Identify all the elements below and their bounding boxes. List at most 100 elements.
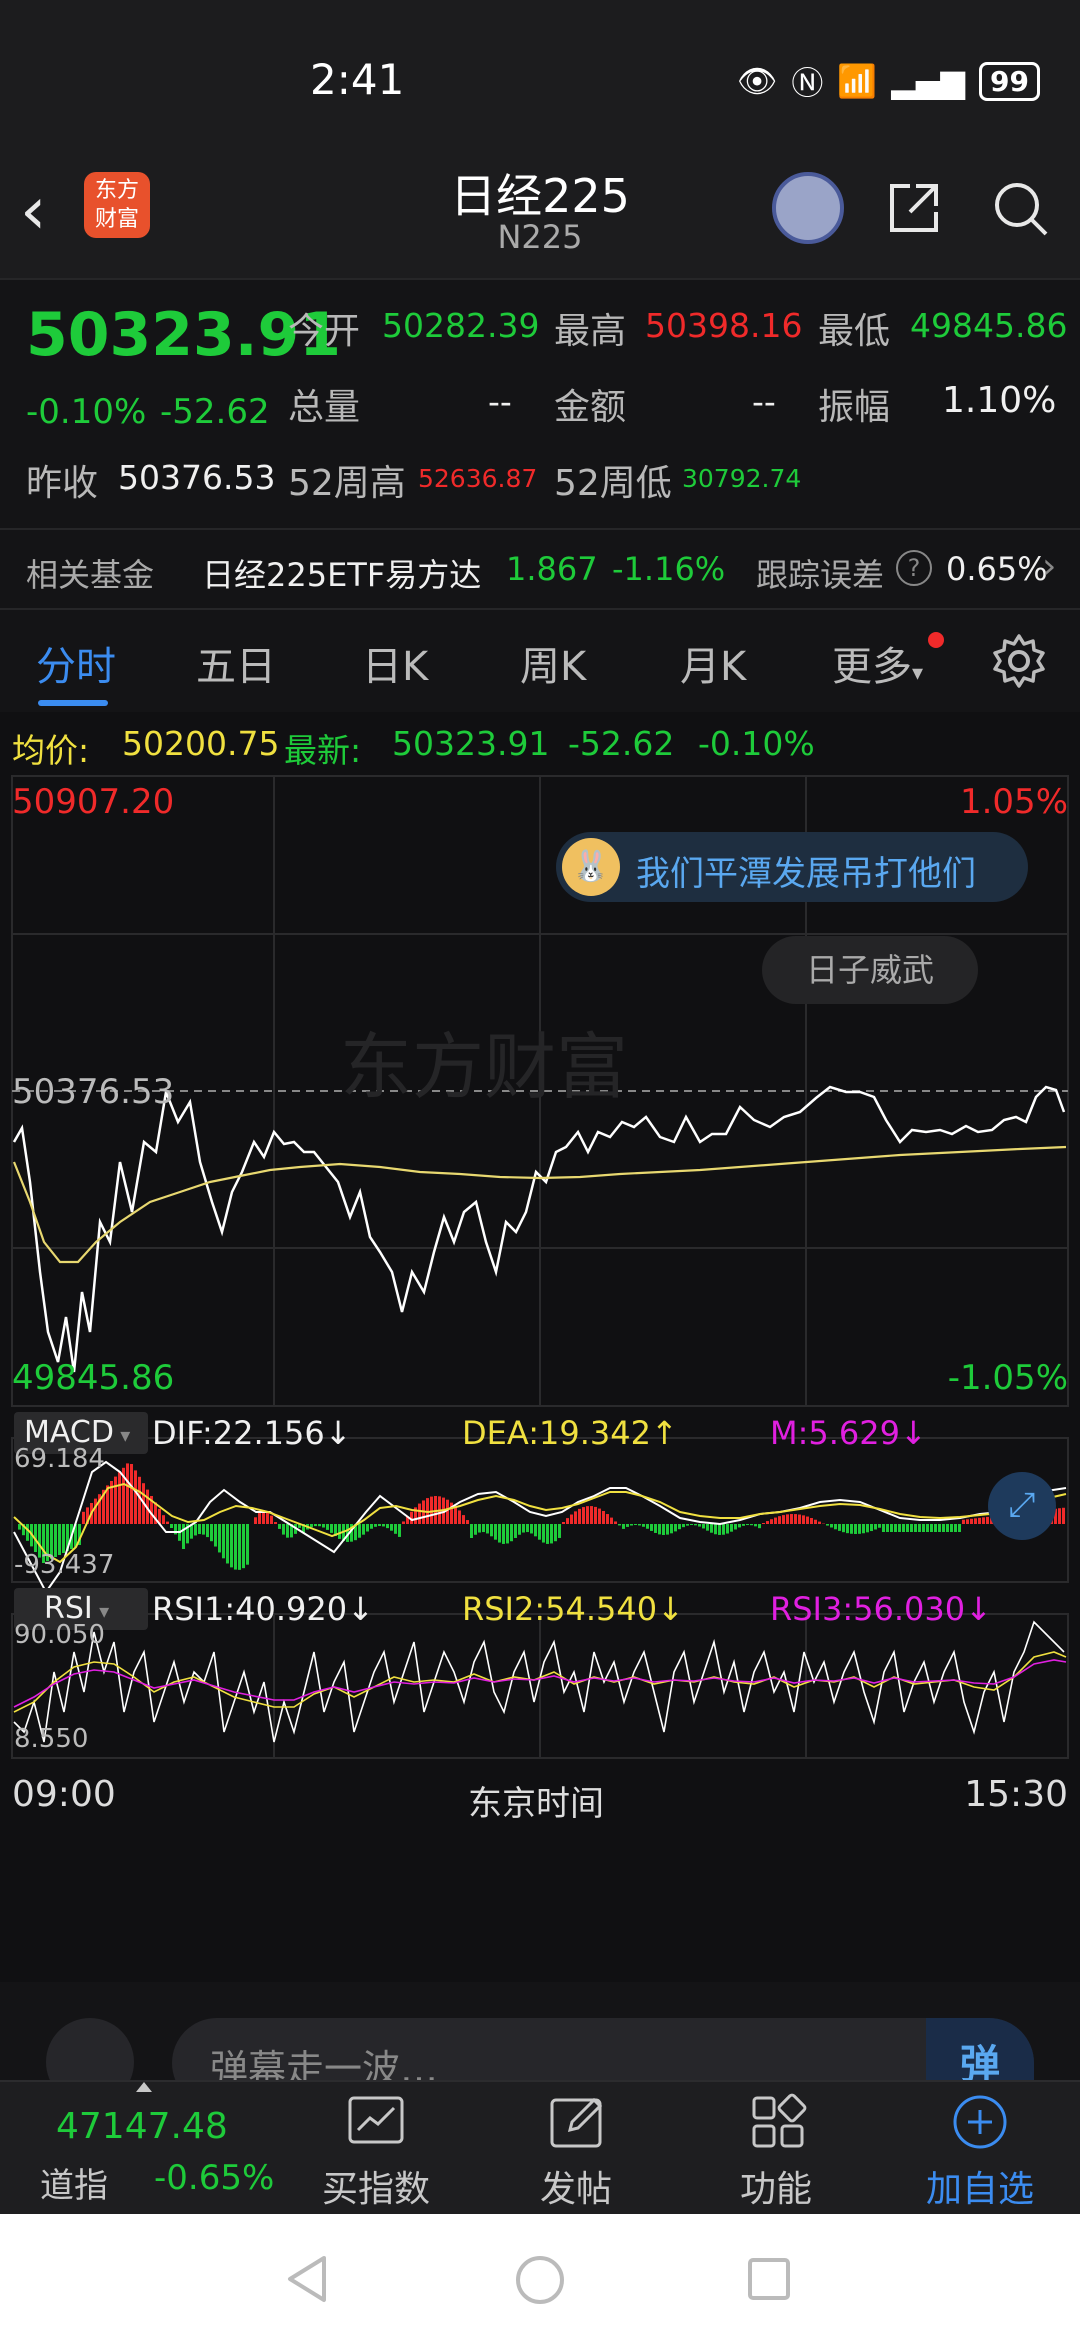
- nav-post[interactable]: 发帖: [476, 2160, 676, 2212]
- fund-name[interactable]: 日经225ETF易方达: [202, 550, 481, 596]
- chart-top-price: 50907.20: [12, 782, 175, 822]
- help-icon[interactable]: ?: [896, 550, 932, 586]
- macd-bar: [550, 1524, 553, 1544]
- macd-bar: [902, 1524, 905, 1532]
- macd-bar: [642, 1524, 645, 1527]
- danmaku-bubble-2[interactable]: 日子威武: [762, 936, 978, 1004]
- low-label: 最低: [818, 311, 891, 352]
- macd-bar: [894, 1524, 897, 1532]
- tab-more[interactable]: 更多▾: [832, 634, 923, 692]
- grid-functions-icon: [752, 2093, 807, 2148]
- danmaku-text: 我们平潭发展吊打他们: [636, 854, 976, 894]
- macd-bar: [662, 1524, 665, 1535]
- macd-bar: [578, 1508, 581, 1524]
- wk52-high-value: 52636.87: [418, 464, 538, 493]
- nav-recents-icon[interactable]: [746, 2256, 792, 2302]
- macd-bar: [830, 1524, 833, 1528]
- latest-label: 最新:: [284, 731, 362, 770]
- macd-bar: [686, 1524, 689, 1526]
- amplitude-label: 振幅: [818, 387, 891, 428]
- tab-weekly-k[interactable]: 周K: [520, 634, 586, 692]
- macd-bar: [726, 1524, 729, 1534]
- prev-close-value: 50376.53: [118, 458, 276, 497]
- chart-trend-icon: [348, 2096, 404, 2144]
- macd-bar: [570, 1514, 573, 1524]
- macd-bar: [506, 1524, 509, 1544]
- nav-functions[interactable]: 功能: [676, 2160, 876, 2212]
- dow-label: 道指: [40, 2166, 108, 2206]
- macd-bar: [458, 1510, 461, 1524]
- macd-bar: [590, 1506, 593, 1524]
- tab-daily-k[interactable]: 日K: [362, 634, 428, 692]
- chart-bottom-pct: -1.05%: [947, 1358, 1068, 1398]
- assistant-robot-icon[interactable]: [772, 172, 844, 244]
- search-icon[interactable]: [990, 178, 1052, 240]
- share-icon[interactable]: [884, 178, 944, 238]
- macd-bar: [926, 1524, 929, 1532]
- macd-bar: [678, 1524, 681, 1530]
- low-value: 49845.86: [910, 306, 1068, 345]
- macd-m: M:5.629↓: [770, 1414, 927, 1452]
- macd-bar: [806, 1516, 809, 1524]
- macd-bar: [950, 1524, 953, 1532]
- macd-bar: [134, 1470, 137, 1524]
- macd-bar: [794, 1514, 797, 1524]
- change-pct: -0.10%: [26, 392, 147, 432]
- signal-icon: ▂▄▆: [891, 62, 966, 100]
- tab-five-day[interactable]: 五日: [196, 634, 276, 692]
- tab-monthly-k[interactable]: 月K: [680, 634, 746, 692]
- macd-bar: [94, 1498, 97, 1524]
- gear-icon[interactable]: [990, 632, 1048, 690]
- macd-bar: [962, 1519, 965, 1524]
- nav-home-icon[interactable]: [514, 2254, 566, 2306]
- status-bar: 2:41 👁 Ⓝ 📶 ▂▄▆ 99: [0, 0, 1080, 160]
- nav-back-icon[interactable]: [284, 2254, 330, 2304]
- macd-bar: [166, 1521, 169, 1524]
- funds-label: 相关基金: [26, 556, 155, 594]
- macd-bar: [978, 1517, 981, 1524]
- macd-bar: [558, 1524, 561, 1538]
- latest-value: 50323.91: [392, 724, 550, 763]
- macd-bar: [226, 1524, 229, 1564]
- macd-bar: [778, 1516, 781, 1524]
- macd-bar: [702, 1524, 705, 1529]
- macd-bar: [698, 1524, 701, 1527]
- macd-bar: [730, 1524, 733, 1532]
- macd-bar: [490, 1524, 493, 1537]
- expand-icon[interactable]: ⤢: [988, 1472, 1056, 1540]
- macd-bar: [430, 1496, 433, 1524]
- macd-bar: [750, 1524, 753, 1526]
- macd-bar: [358, 1524, 361, 1538]
- macd-bar: [1062, 1507, 1065, 1524]
- macd-bar: [602, 1510, 605, 1524]
- macd-bar: [618, 1524, 621, 1526]
- macd-bar: [582, 1507, 585, 1524]
- macd-bar: [198, 1524, 201, 1535]
- macd-bar: [130, 1464, 133, 1524]
- macd-bar: [390, 1524, 393, 1531]
- macd-bar: [802, 1515, 805, 1524]
- danmaku-bubble[interactable]: 🐰 我们平潭发展吊打他们: [556, 832, 1028, 902]
- macd-bar: [898, 1524, 901, 1532]
- macd-bar: [842, 1524, 845, 1533]
- macd-bar: [242, 1524, 245, 1569]
- tracking-value: 0.65%: [946, 550, 1048, 588]
- macd-bar: [394, 1524, 397, 1534]
- macd-bar: [322, 1524, 325, 1528]
- macd-bar: [214, 1524, 217, 1547]
- nav-add-watchlist[interactable]: 加自选: [880, 2160, 1080, 2212]
- macd-bar: [138, 1476, 141, 1524]
- volume-label: 总量: [288, 387, 361, 428]
- nav-buy-index[interactable]: 买指数: [276, 2160, 476, 2212]
- macd-bar: [330, 1524, 333, 1533]
- macd-bar: [206, 1524, 209, 1538]
- related-funds-row[interactable]: 相关基金 日经225ETF易方达 1.867 -1.16% 跟踪误差 ? 0.6…: [0, 528, 1080, 610]
- macd-bar: [498, 1524, 501, 1543]
- avg-value: 50200.75: [122, 724, 280, 763]
- amount-label: 金额: [554, 387, 627, 428]
- status-icons: 👁 Ⓝ 📶 ▂▄▆ 99: [737, 58, 1040, 104]
- dow-value[interactable]: 47147.48: [56, 2106, 228, 2147]
- tab-underline: [38, 700, 108, 706]
- tab-intraday[interactable]: 分时: [36, 634, 116, 692]
- macd-bar: [666, 1524, 669, 1535]
